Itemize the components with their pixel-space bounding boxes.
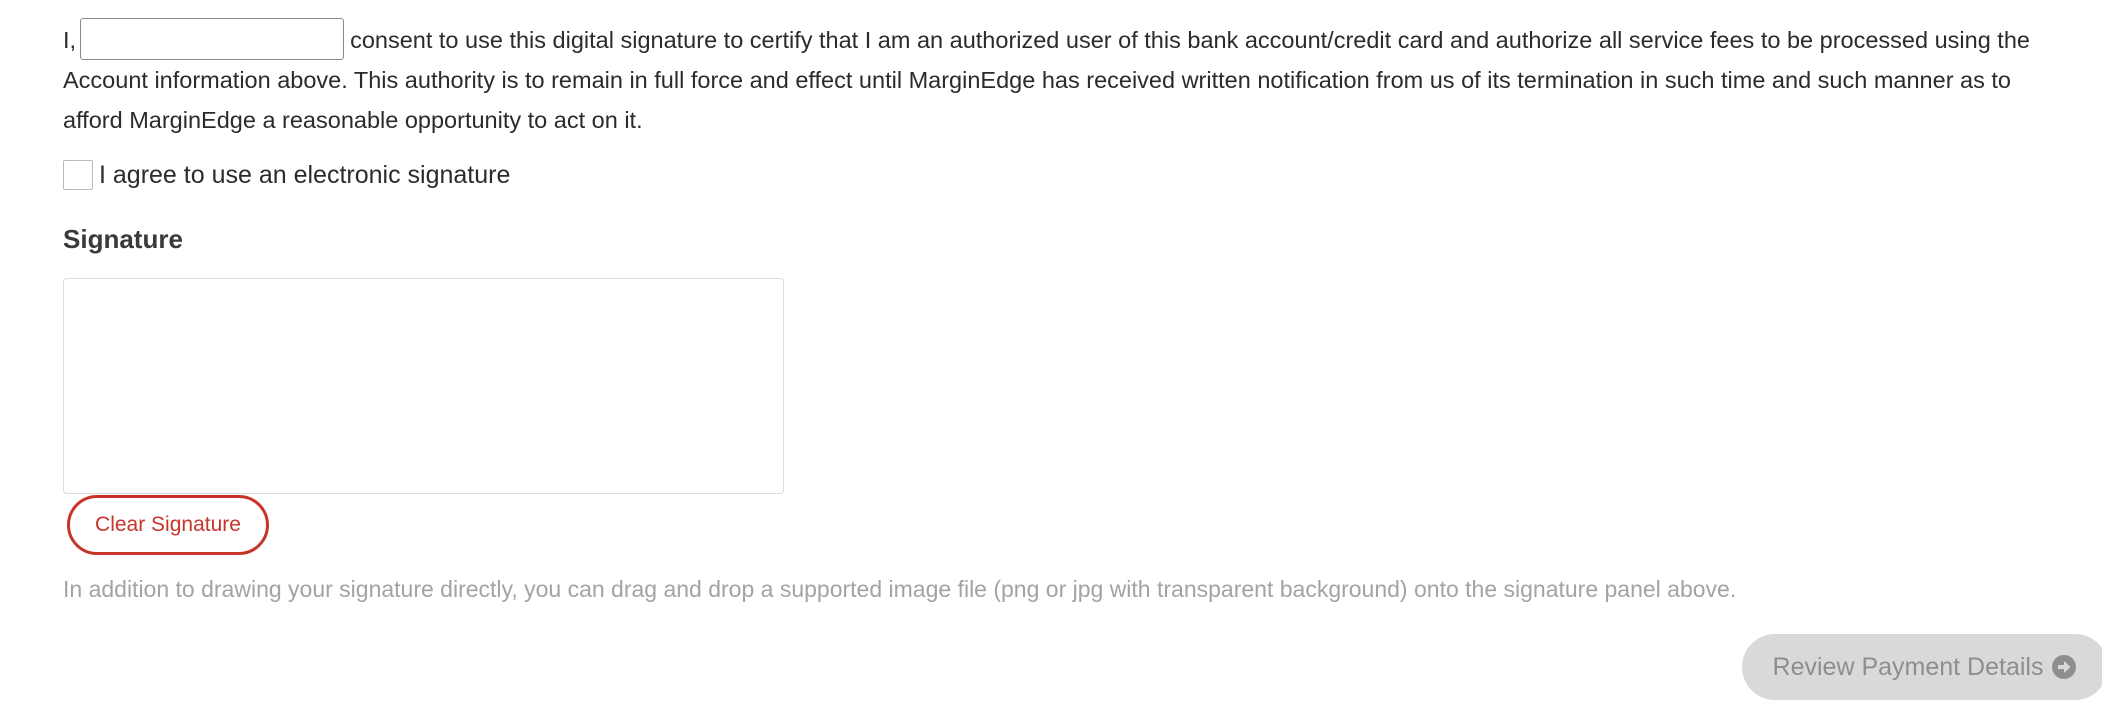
arrow-circle-right-icon (2051, 654, 2077, 680)
agree-row: I agree to use an electronic signature (63, 160, 510, 190)
review-payment-details-label: Review Payment Details (1772, 652, 2044, 681)
review-payment-details-button[interactable]: Review Payment Details (1742, 634, 2102, 700)
signature-help-text: In addition to drawing your signature di… (63, 576, 1737, 602)
signature-consent-form: I, consent to use this digital signature … (63, 0, 2102, 700)
agree-label[interactable]: I agree to use an electronic signature (99, 161, 510, 190)
consent-paragraph: I, consent to use this digital signature … (63, 0, 2048, 140)
signature-pad[interactable] (63, 278, 784, 494)
agree-checkbox[interactable] (63, 160, 93, 190)
clear-signature-button[interactable]: Clear Signature (67, 495, 269, 555)
signer-name-input[interactable] (80, 17, 345, 60)
consent-text: consent to use this digital signature to… (63, 27, 2030, 133)
consent-prefix: I, (63, 27, 77, 53)
signature-heading: Signature (63, 224, 183, 254)
